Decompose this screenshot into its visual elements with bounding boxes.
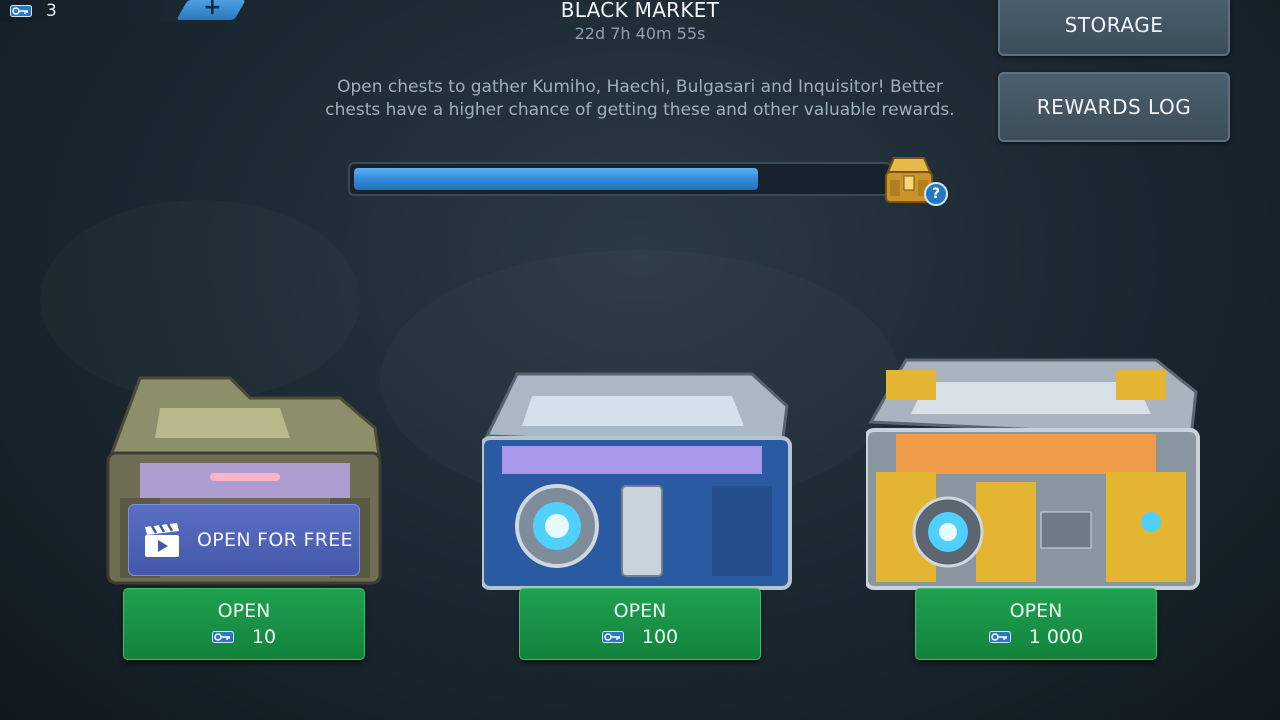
price: 1 000 bbox=[988, 626, 1084, 648]
key-icon bbox=[10, 5, 32, 17]
key-icon bbox=[988, 631, 1011, 643]
silver-chest[interactable] bbox=[482, 366, 792, 592]
price-value: 10 bbox=[251, 626, 277, 648]
open-label: OPEN bbox=[217, 600, 271, 622]
open-silver-chest-button[interactable]: OPEN 100 bbox=[519, 588, 761, 660]
event-description: Open chests to gather Kumiho, Haechi, Bu… bbox=[325, 77, 955, 120]
reward-progress-bar bbox=[348, 162, 892, 196]
open-gold-chest-button[interactable]: OPEN 1 000 bbox=[915, 588, 1157, 660]
open-label: OPEN bbox=[613, 600, 667, 622]
key-icon bbox=[211, 631, 234, 643]
price: 100 bbox=[601, 626, 679, 648]
progress-fill bbox=[354, 168, 758, 190]
add-keys-button[interactable]: + bbox=[176, 0, 246, 20]
storage-button[interactable]: STORAGE bbox=[998, 0, 1230, 56]
gold-chest[interactable] bbox=[866, 352, 1201, 592]
key-icon bbox=[601, 631, 624, 643]
page-title: BLACK MARKET bbox=[560, 0, 720, 22]
price-value: 1 000 bbox=[1028, 626, 1084, 648]
plus-icon: + bbox=[202, 0, 222, 20]
rewards-log-button[interactable]: REWARDS LOG bbox=[998, 72, 1230, 142]
open-for-free-label: OPEN FOR FREE bbox=[197, 529, 353, 551]
open-bronze-chest-button[interactable]: OPEN 10 bbox=[123, 588, 365, 660]
event-timer: 22d 7h 40m 55s bbox=[574, 24, 706, 43]
help-icon[interactable]: ? bbox=[924, 182, 948, 206]
video-clapperboard-icon bbox=[143, 521, 181, 559]
price-value: 100 bbox=[641, 626, 679, 648]
open-label: OPEN bbox=[1009, 600, 1063, 622]
open-for-free-button[interactable]: OPEN FOR FREE bbox=[128, 504, 360, 576]
key-amount: 3 bbox=[46, 1, 57, 21]
price: 10 bbox=[211, 626, 277, 648]
